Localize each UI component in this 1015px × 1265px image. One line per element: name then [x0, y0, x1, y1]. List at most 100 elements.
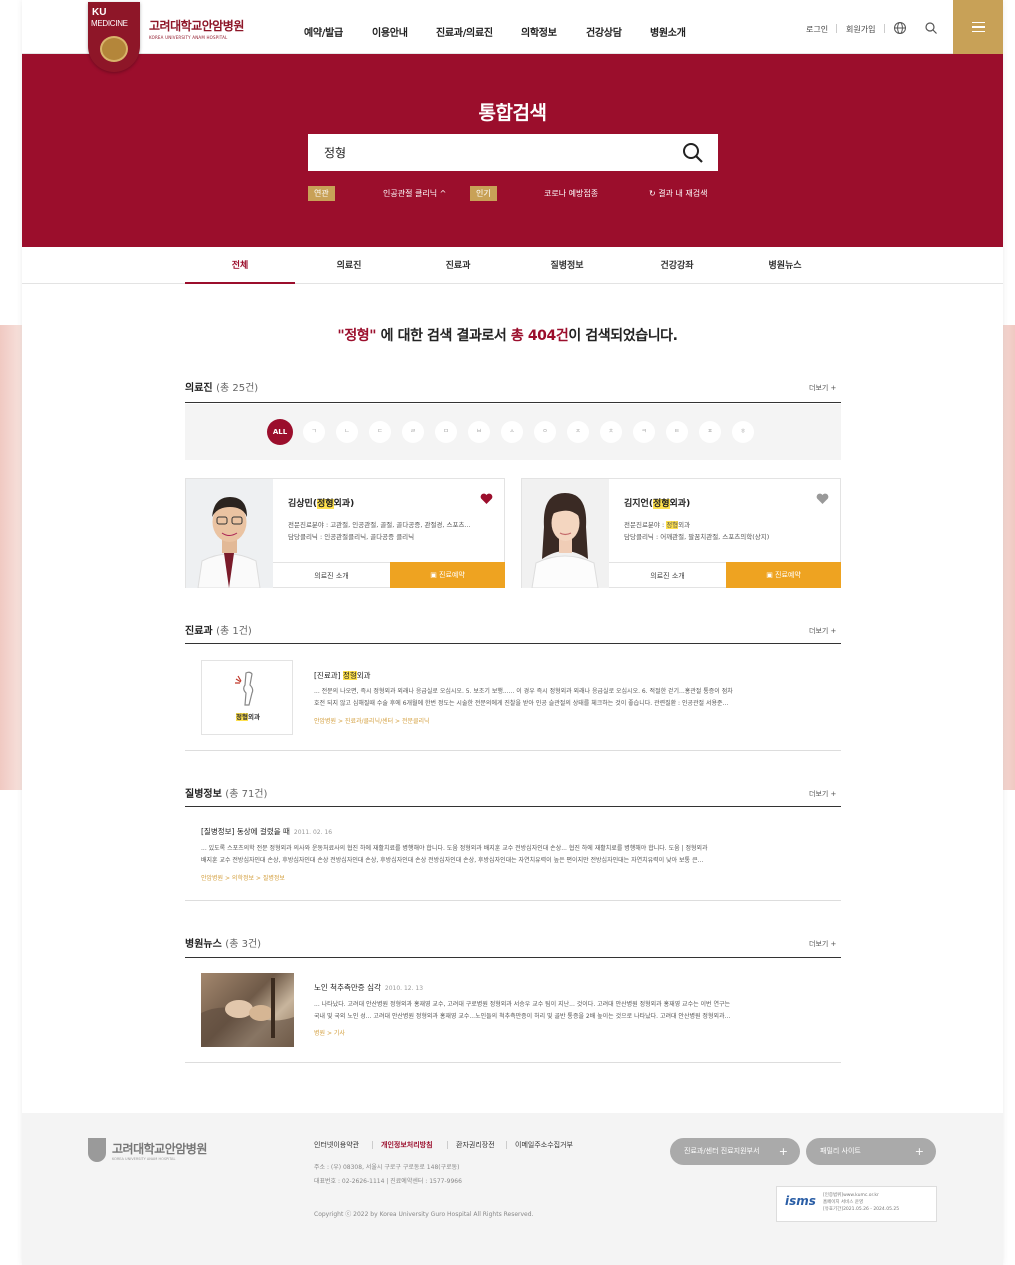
footer-logo[interactable]: 고려대학교안암병원 KOREA UNIVERSITY ANAM HOSPITAL — [88, 1138, 207, 1162]
department-label: 정형외과 — [202, 711, 294, 721]
support-departments-button[interactable]: 진료과/센터 진료지원부서 + — [670, 1138, 800, 1165]
specialty-line: 전문진료분야 : 고관절, 인공관절, 골절, 골다공증, 관절경, 스포츠..… — [288, 521, 471, 529]
footer-link-privacy[interactable]: 개인정보처리방침 — [381, 1140, 433, 1150]
department-label-highlight: 정형 — [236, 713, 248, 721]
initial-filter[interactable]: ㅋ — [633, 421, 655, 443]
initial-filter[interactable]: ㅍ — [699, 421, 721, 443]
section-divider — [185, 402, 841, 403]
tiger-emblem-icon — [100, 36, 128, 62]
initial-filter[interactable]: ㅈ — [567, 421, 589, 443]
initial-filter[interactable]: ㅌ — [666, 421, 688, 443]
initial-filter[interactable]: ㄱ — [303, 421, 325, 443]
nav-departments[interactable]: 진료과/의료진 — [436, 24, 493, 39]
search-icon[interactable] — [924, 21, 938, 35]
clinic-line: 담당클리닉 : 인공관절클리닉, 골다공증 클리닉 — [288, 533, 415, 541]
isms-certification-badge: isms [인증범위]www.kumc.or.kr 홈페이지 서비스 운영 [유효기… — [776, 1186, 937, 1222]
reservation-label: 진료예약 — [775, 571, 801, 579]
site-header: KU MEDICINE 고려대학교안암병원 KOREA UNIVERSITY A… — [22, 0, 1003, 72]
disease-result-body: ... 있도록 스포츠의학 전문 정형외과 의사와 운동처료사의 협진 하에 재… — [201, 843, 813, 866]
reservation-button[interactable]: ▣ 진료예약 — [390, 562, 505, 588]
related-tag: 연관 — [308, 186, 335, 201]
title-highlight: 정형 — [342, 671, 357, 680]
more-link-doctors[interactable]: 더보기 + — [809, 383, 836, 393]
section-divider — [185, 806, 841, 807]
nav-guide[interactable]: 이용안내 — [372, 24, 408, 39]
reservation-button[interactable]: ▣ 진료예약 — [726, 562, 841, 588]
doctor-intro-button[interactable]: 의료진 소개 — [273, 562, 390, 588]
initial-filter[interactable]: ㅂ — [468, 421, 490, 443]
family-site-button[interactable]: 패밀리 사이트 + — [806, 1138, 936, 1165]
doctor-name[interactable]: 김지언(정형외과) — [624, 496, 690, 509]
breadcrumb[interactable]: 병원 > 기사 — [314, 1028, 345, 1037]
more-link-news[interactable]: 더보기 + — [809, 939, 836, 949]
login-link[interactable]: 로그인 — [806, 24, 828, 35]
department-thumbnail[interactable]: 정형외과 — [201, 660, 293, 735]
isms-line: [인증범위]www.kumc.or.kr — [823, 1193, 879, 1198]
popular-tag: 인기 — [470, 186, 497, 201]
tab-health-lectures[interactable]: 건강강좌 — [622, 258, 732, 271]
specialty-text: 전문진료분야 : — [624, 521, 667, 529]
initial-filter[interactable]: ㄹ — [402, 421, 424, 443]
research-in-results[interactable]: ↻ 결과 내 재검색 — [649, 188, 708, 199]
globe-icon[interactable] — [893, 21, 907, 35]
footer-hospital-name-en: KOREA UNIVERSITY ANAM HOSPITAL — [112, 1156, 176, 1161]
news-thumbnail[interactable] — [201, 973, 294, 1047]
section-title-text: 질병정보 — [185, 789, 222, 800]
disease-result-title[interactable]: [질병정보] 동상에 걸렸을 때 2011. 02. 16 — [201, 826, 332, 837]
initial-filter[interactable]: ㅊ — [600, 421, 622, 443]
initial-filter-all[interactable]: ALL — [267, 419, 293, 445]
initial-filter[interactable]: ㅎ — [732, 421, 754, 443]
section-title-text: 진료과 — [185, 626, 213, 637]
favorite-heart-icon[interactable] — [480, 493, 493, 505]
news-result-title[interactable]: 노인 척추측만증 심각 2010. 12. 13 — [314, 982, 423, 993]
footer-link-terms[interactable]: 인터넷이용약관 — [314, 1140, 359, 1150]
name-highlight: 정형 — [316, 499, 334, 509]
doctor-name[interactable]: 김상민(정형외과) — [288, 496, 354, 509]
divider — [447, 1141, 448, 1149]
doctor-photo[interactable] — [186, 479, 273, 588]
section-title-text: 병원뉴스 — [185, 939, 222, 950]
tab-all[interactable]: 전체 — [185, 258, 295, 271]
initial-filter[interactable]: ㅅ — [501, 421, 523, 443]
isms-details: [인증범위]www.kumc.or.kr 홈페이지 서비스 운영 [유효기간]202… — [823, 1192, 899, 1213]
more-link-diseases[interactable]: 더보기 + — [809, 789, 836, 799]
doctor-photo[interactable] — [522, 479, 609, 588]
department-result-title[interactable]: [진료과] 정형외과 — [314, 670, 371, 681]
isms-line: [유효기간]2021.05.26 - 2024.05.25 — [823, 1207, 900, 1212]
footer-copyright: Copyright ⓒ 2022 by Korea University Gur… — [314, 1211, 534, 1218]
initial-filter[interactable]: ㄷ — [369, 421, 391, 443]
title-text: [진료과] — [314, 671, 343, 680]
footer-phone: 대표번호 : 02-2626-1114 | 진료예약센터 : 1577-9966 — [314, 1178, 462, 1185]
popular-keyword[interactable]: 코로나 예방접종 — [544, 188, 598, 199]
initial-filter[interactable]: ㅇ — [534, 421, 556, 443]
search-submit-icon[interactable] — [682, 142, 704, 164]
search-input[interactable] — [308, 134, 718, 171]
refresh-icon: ↻ — [649, 189, 656, 198]
result-date: 2010. 12. 13 — [384, 985, 424, 992]
logo-medicine: MEDICINE — [91, 19, 128, 28]
nav-health-consult[interactable]: 건강상담 — [586, 24, 622, 39]
tab-diseases[interactable]: 질병정보 — [512, 258, 622, 271]
tab-doctors[interactable]: 의료진 — [294, 258, 404, 271]
breadcrumb[interactable]: 안암병원 > 진료과/클리닉/센터 > 전문클리닉 — [314, 716, 430, 725]
favorite-heart-icon[interactable] — [816, 493, 829, 505]
initial-filter[interactable]: ㄴ — [336, 421, 358, 443]
footer-link-patient-rights[interactable]: 환자권리장전 — [456, 1140, 495, 1150]
signup-link[interactable]: 회원가입 — [846, 24, 875, 35]
footer-link-email-refusal[interactable]: 이메일주소수집거부 — [515, 1140, 573, 1150]
breadcrumb[interactable]: 안암병원 > 의학정보 > 질병정보 — [201, 873, 285, 882]
related-keyword[interactable]: 인공관절 클리닉 ^ — [383, 188, 446, 199]
doctor-intro-button[interactable]: 의료진 소개 — [609, 562, 726, 588]
nav-about[interactable]: 병원소개 — [650, 24, 686, 39]
nav-reservation[interactable]: 예약/발급 — [304, 24, 343, 39]
logo-emblem[interactable]: KU MEDICINE — [88, 2, 140, 72]
isms-line: 홈페이지 서비스 운영 — [823, 1200, 864, 1205]
logo-text[interactable]: 고려대학교안암병원 KOREA UNIVERSITY ANAM HOSPITAL — [149, 17, 244, 40]
department-label-text: 외과 — [248, 713, 260, 721]
initial-filter[interactable]: ㅁ — [435, 421, 457, 443]
hamburger-menu-icon[interactable] — [953, 0, 1003, 54]
more-link-departments[interactable]: 더보기 + — [809, 626, 836, 636]
tab-hospital-news[interactable]: 병원뉴스 — [730, 258, 840, 271]
nav-medical-info[interactable]: 의학정보 — [521, 24, 557, 39]
tab-departments[interactable]: 진료과 — [403, 258, 513, 271]
